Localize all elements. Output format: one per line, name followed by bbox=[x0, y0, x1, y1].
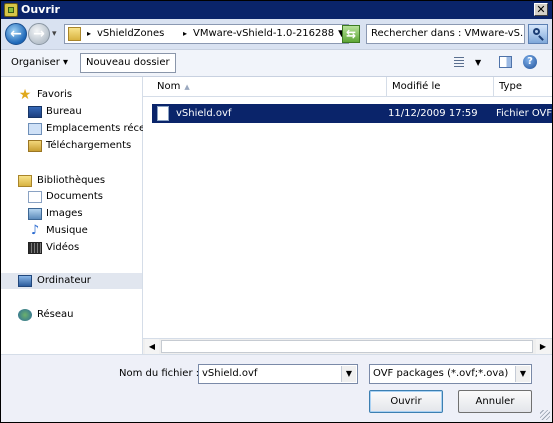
network-icon bbox=[18, 309, 32, 321]
desktop-icon bbox=[28, 106, 42, 118]
resize-grip-icon[interactable] bbox=[540, 410, 550, 420]
file-type-filter[interactable]: OVF packages (*.ovf;*.ova) ▼ bbox=[369, 364, 532, 384]
sidebar-item-label: Réseau bbox=[37, 309, 74, 320]
videos-icon bbox=[28, 242, 42, 254]
column-header-modified[interactable]: Modifié le bbox=[387, 77, 494, 96]
downloads-icon bbox=[28, 140, 42, 152]
vmware-app-icon bbox=[4, 3, 18, 17]
star-icon: ★ bbox=[18, 87, 32, 103]
breadcrumb-item[interactable]: VMware-vShield-1.0-216288 bbox=[193, 27, 334, 41]
recent-places-icon bbox=[28, 123, 42, 135]
sidebar-item-label: Documents bbox=[46, 191, 104, 202]
sidebar-item-label: Téléchargements bbox=[46, 140, 132, 151]
help-icon[interactable]: ? bbox=[523, 55, 537, 69]
preview-pane-icon[interactable] bbox=[499, 56, 512, 68]
file-icon bbox=[157, 106, 169, 121]
organise-menu[interactable]: Organiser ▾ bbox=[11, 57, 68, 69]
dialog-footer: Nom du fichier : vShield.ovf ▼ OVF packa… bbox=[1, 354, 552, 422]
open-file-dialog: Ouvrir ✕ ← → ▾ ▸ vShieldZones ▸ VMware-v… bbox=[0, 0, 553, 423]
file-type: Fichier OVF bbox=[496, 108, 553, 119]
sort-caret-icon: ▲ bbox=[184, 83, 190, 91]
navigation-pane: ★ Favoris Bureau Emplacements récents Té… bbox=[1, 77, 161, 354]
file-name: vShield.ovf bbox=[176, 108, 232, 119]
history-dropdown-icon[interactable]: ▾ bbox=[52, 29, 57, 39]
filename-label: Nom du fichier : bbox=[119, 368, 200, 379]
close-button[interactable]: ✕ bbox=[534, 3, 548, 16]
forward-button[interactable]: → bbox=[28, 23, 50, 45]
address-bar[interactable]: ▸ vShieldZones ▸ VMware-vShield-1.0-2162… bbox=[64, 24, 349, 44]
computer-icon bbox=[18, 275, 32, 287]
file-modified: 11/12/2009 17:59 bbox=[388, 108, 478, 119]
filter-dropdown-icon[interactable]: ▼ bbox=[515, 366, 530, 382]
scroll-thumb[interactable] bbox=[161, 340, 533, 353]
refresh-button[interactable]: ⇆ bbox=[342, 25, 360, 43]
filename-input[interactable]: vShield.ovf ▼ bbox=[198, 364, 358, 384]
breadcrumb-separator-icon[interactable]: ▸ bbox=[87, 27, 91, 41]
sidebar-item-label: Ordinateur bbox=[37, 275, 91, 286]
scroll-right-icon[interactable]: ▶ bbox=[536, 339, 550, 354]
toolbar: Organiser ▾ Nouveau dossier ▼ ? bbox=[1, 49, 552, 77]
sidebar-item-label: Vidéos bbox=[46, 242, 80, 253]
breadcrumb-separator-icon[interactable]: ▸ bbox=[183, 27, 187, 41]
column-header-label: Nom bbox=[157, 81, 181, 92]
filename-dropdown-icon[interactable]: ▼ bbox=[341, 366, 356, 382]
sidebar-item-label: Favoris bbox=[37, 89, 73, 100]
sidebar-item-label: Bureau bbox=[46, 106, 82, 117]
new-folder-button[interactable]: Nouveau dossier bbox=[80, 53, 176, 73]
column-header-type[interactable]: Type bbox=[494, 77, 552, 96]
filename-value: vShield.ovf bbox=[202, 368, 258, 379]
breadcrumb-item[interactable]: vShieldZones bbox=[97, 27, 164, 41]
title-bar[interactable]: Ouvrir ✕ bbox=[1, 1, 552, 19]
views-icon[interactable] bbox=[454, 57, 464, 67]
file-row[interactable]: vShield.ovf 11/12/2009 17:59 Fichier OVF bbox=[152, 104, 552, 123]
horizontal-scrollbar[interactable]: ◀ ▶ bbox=[143, 338, 552, 354]
search-icon[interactable] bbox=[528, 24, 548, 44]
sidebar-item-label: Images bbox=[46, 208, 83, 219]
search-input[interactable]: Rechercher dans : VMware-vS... bbox=[366, 24, 525, 44]
folder-icon bbox=[68, 27, 81, 41]
filter-value: OVF packages (*.ovf;*.ova) bbox=[373, 368, 509, 379]
address-row: ← → ▾ ▸ vShieldZones ▸ VMware-vShield-1.… bbox=[1, 19, 552, 49]
file-list: Nom ▲ Modifié le Type vShield.ovf 11/12/2… bbox=[143, 77, 552, 354]
scroll-left-icon[interactable]: ◀ bbox=[145, 339, 159, 354]
window-title: Ouvrir bbox=[21, 3, 60, 16]
sidebar-item-computer[interactable]: Ordinateur bbox=[1, 273, 142, 289]
sidebar-item-label: Bibliothèques bbox=[37, 175, 106, 186]
column-header-name[interactable]: Nom ▲ bbox=[152, 77, 387, 96]
views-dropdown-icon[interactable]: ▼ bbox=[475, 58, 481, 68]
column-headers: Nom ▲ Modifié le Type bbox=[143, 77, 552, 97]
back-button[interactable]: ← bbox=[5, 23, 27, 45]
libraries-icon bbox=[18, 175, 32, 187]
sidebar-item-label: Musique bbox=[46, 225, 88, 236]
open-button[interactable]: Ouvrir bbox=[369, 390, 443, 413]
documents-icon bbox=[28, 191, 42, 203]
music-icon: ♪ bbox=[30, 223, 40, 238]
cancel-button[interactable]: Annuler bbox=[458, 390, 532, 413]
images-icon bbox=[28, 208, 42, 220]
